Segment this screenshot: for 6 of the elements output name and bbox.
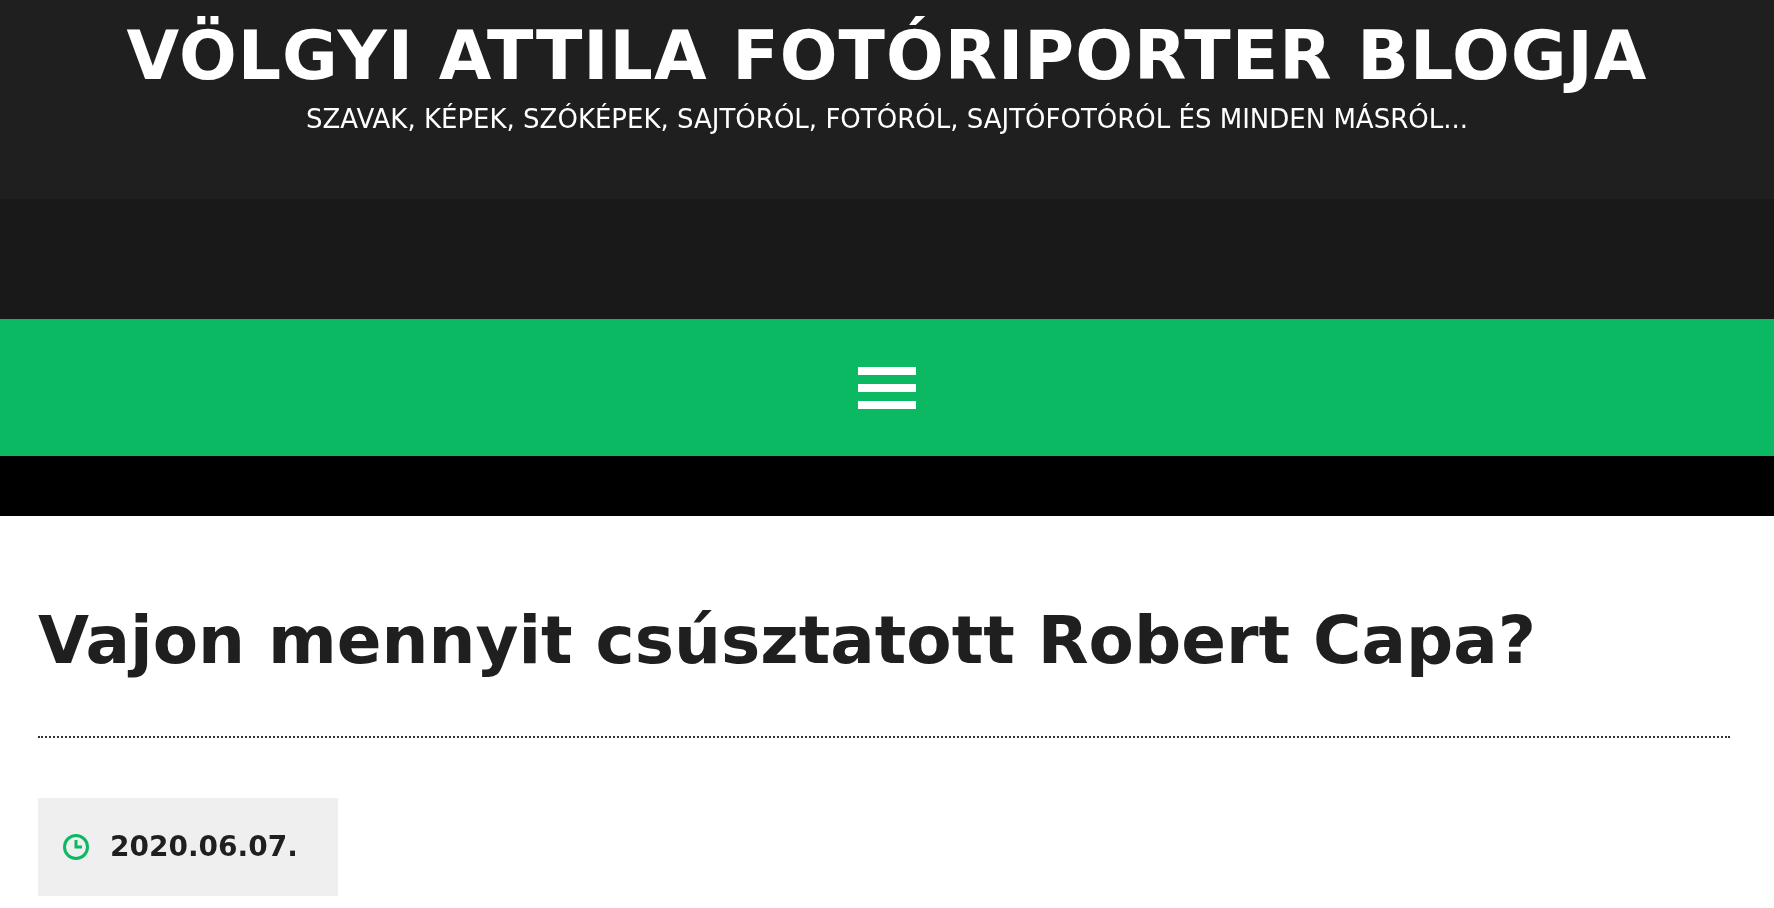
site-tagline: SZAVAK, KÉPEK, SZÓKÉPEK, SAJTÓRÓL, FOTÓRÓL, SAJTÓFOTÓRÓL ÉS MINDEN MÁSRÓL... [306, 102, 1468, 136]
site-title[interactable]: VÖLGYI ATTILA FOTÓRIPORTER BLOGJA [126, 14, 1648, 98]
post-date: 2020.06.07. [110, 829, 298, 865]
post-title: Vajon mennyit csúsztatott Robert Capa? [38, 601, 1538, 681]
clock-icon [63, 834, 89, 860]
menu-icon[interactable] [858, 366, 916, 409]
